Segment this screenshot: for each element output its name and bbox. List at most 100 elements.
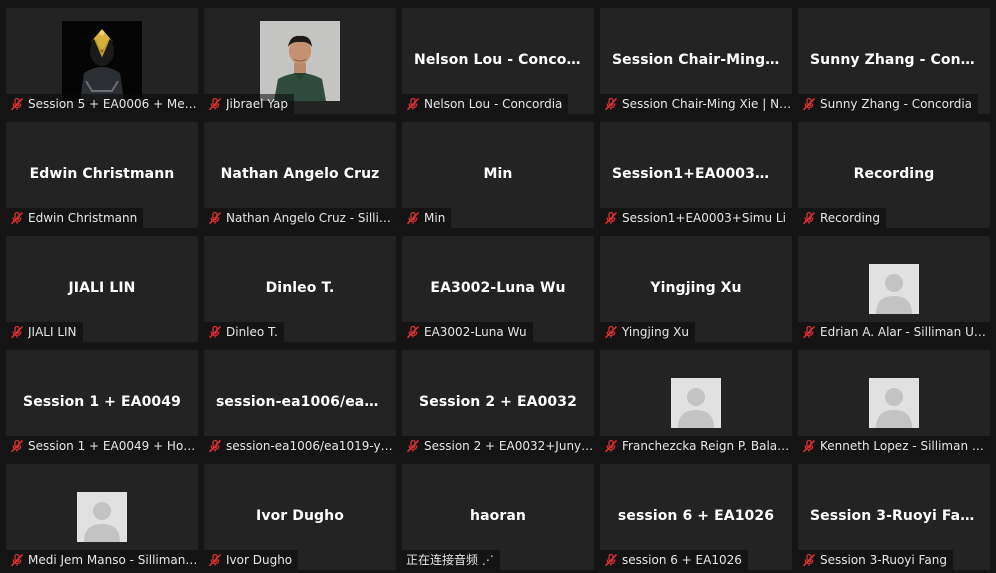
participant-name-bar: session-ea1006/ea1019-yang [204,436,396,456]
mic-muted-icon [10,211,24,225]
participant-display-name: Yingjing Xu [650,280,742,296]
participant-name-bar: Jibrael Yap [204,94,294,114]
participant-name-bar: Session 3-Ruoyi Fang [798,550,953,570]
participant-tile-3[interactable]: Nelson Lou - Concordia Nelson Lou - Conco… [402,8,594,114]
participant-name-label: Jibrael Yap [226,97,288,111]
participant-tile-22[interactable]: Ivor Dugho Ivor Dugho [204,464,396,570]
participant-name-label: session 6 + EA1026 [622,553,742,567]
participant-name-label: Session 2 + EA0032+Junyi Li [424,439,594,453]
participant-name-label: Edrian A. Alar - Silliman University [820,325,990,339]
participant-name-bar: Session 2 + EA0032+Junyi Li [402,436,594,456]
participant-display-name: Sunny Zhang - Concordia [810,52,978,68]
participant-name-label: Ivor Dugho [226,553,293,567]
participant-tile-16[interactable]: Session 1 + EA0049 Session 1 + EA0049 + H… [6,350,198,456]
participant-tile-25[interactable]: Session 3-Ruoyi Fang Session 3-Ruoyi Fang [798,464,990,570]
participant-name-bar: Dinleo T. [204,322,284,342]
mic-muted-icon [802,439,816,453]
mic-muted-icon [802,97,816,111]
participant-tile-24[interactable]: session 6 + EA1026 session 6 + EA1026 [600,464,792,570]
participant-name-label: Edwin Christmann [28,211,138,225]
participant-display-name: Session 1 + EA0049 [23,394,181,410]
participant-name-bar: Yingjing Xu [600,322,695,342]
participant-name-label: Recording [820,211,881,225]
participant-name-label: Session1+EA0003+Simu Li [622,211,786,225]
default-avatar-icon [869,378,919,428]
participant-name-label: Franchezcka Reign P. Balabag [622,439,792,453]
participant-name-label: session-ea1006/ea1019-yang [226,439,396,453]
participant-name-bar: Session 1 + EA0049 + Hongyu [6,436,198,456]
participant-display-name: session 6 + EA1026 [617,508,775,524]
participant-tile-18[interactable]: Session 2 + EA0032 Session 2 + EA0032+Jun… [402,350,594,456]
participant-tile-2[interactable]: Jibrael Yap [204,8,396,114]
mic-muted-icon [604,553,618,567]
participant-tile-9[interactable]: Session1+EA0003+Simu Li Session1+EA0003+S… [600,122,792,228]
participant-tile-17[interactable]: session-ea1006/ea1019 session-ea1006/ea10… [204,350,396,456]
participant-name-bar: Session1+EA0003+Simu Li [600,208,792,228]
participant-name-bar: Nathan Angelo Cruz - Silliman University [204,208,396,228]
participant-name-bar: Edrian A. Alar - Silliman University [798,322,990,342]
participant-name-label: EA3002-Luna Wu [424,325,527,339]
participant-display-name: Edwin Christmann [29,166,175,182]
participant-tile-5[interactable]: Sunny Zhang - Concordia Sunny Zhang - Con… [798,8,990,114]
participant-tile-15[interactable]: Edrian A. Alar - Silliman University [798,236,990,342]
mic-muted-icon [802,211,816,225]
participant-tile-20[interactable]: Kenneth Lopez - Silliman University [798,350,990,456]
participant-tile-21[interactable]: Medi Jem Manso - Silliman University [6,464,198,570]
participant-name-label: Kenneth Lopez - Silliman University [820,439,990,453]
mic-muted-icon [604,97,618,111]
participant-tile-4[interactable]: Session Chair-Ming Xie | NUS Session Chai… [600,8,792,114]
mic-muted-icon [604,211,618,225]
participant-name-bar: 正在连接音频 ⋰ [402,550,500,570]
participant-tile-12[interactable]: Dinleo T. Dinleo T. [204,236,396,342]
participant-name-bar: Sunny Zhang - Concordia [798,94,979,114]
participant-name-bar: Session Chair-Ming Xie | NUS [600,94,792,114]
participant-tile-11[interactable]: JIALI LIN JIALI LIN [6,236,198,342]
mic-muted-icon [208,211,222,225]
mic-muted-icon [802,325,816,339]
participant-tile-6[interactable]: Edwin Christmann Edwin Christmann [6,122,198,228]
participant-tile-14[interactable]: Yingjing Xu Yingjing Xu [600,236,792,342]
participant-name-label: JIALI LIN [28,325,77,339]
participant-name-bar: Edwin Christmann [6,208,144,228]
mic-muted-icon [10,97,24,111]
participant-display-name: JIALI LIN [68,280,136,296]
participant-tile-8[interactable]: Min Min [402,122,594,228]
participant-name-bar: Nelson Lou - Concordia [402,94,569,114]
participant-display-name: Session 2 + EA0032 [419,394,577,410]
participant-display-name: Min [483,166,513,182]
participant-tile-7[interactable]: Nathan Angelo Cruz Nathan Angelo Cruz - S… [204,122,396,228]
participant-display-name: Session1+EA0003+Simu Li [612,166,780,182]
mic-muted-icon [406,325,420,339]
participant-tile-13[interactable]: EA3002-Luna Wu EA3002-Luna Wu [402,236,594,342]
participant-name-label: 正在连接音频 ⋰ [406,553,494,567]
mic-muted-icon [604,325,618,339]
mic-muted-icon [802,553,816,567]
default-avatar-icon [869,264,919,314]
participant-name-label: Session 3-Ruoyi Fang [820,553,947,567]
participant-tile-19[interactable]: Franchezcka Reign P. Balabag [600,350,792,456]
participant-display-name: EA3002-Luna Wu [430,280,566,296]
participant-display-name: Ivor Dugho [256,508,344,524]
mic-muted-icon [406,439,420,453]
participant-name-bar: Kenneth Lopez - Silliman University [798,436,990,456]
mic-muted-icon [10,439,24,453]
participant-name-label: Medi Jem Manso - Silliman University [28,553,198,567]
participant-tile-23[interactable]: haoran 正在连接音频 ⋰ [402,464,594,570]
participant-display-name: Nelson Lou - Concordia [414,52,582,68]
participant-display-name: Nathan Angelo Cruz [220,166,380,182]
video-feed-person [260,21,340,101]
participant-tile-10[interactable]: Recording Recording [798,122,990,228]
participant-name-label: Session 5 + EA0006 + Melody [28,97,198,111]
participant-tile-1[interactable]: Session 5 + EA0006 + Melody [6,8,198,114]
participant-name-bar: Medi Jem Manso - Silliman University [6,550,198,570]
participant-display-name: haoran [470,508,526,524]
video-feed-costume [62,21,142,101]
mic-muted-icon [10,325,24,339]
participant-display-name: session-ea1006/ea1019 [216,394,384,410]
participant-name-bar: Min [402,208,452,228]
mic-muted-icon [406,211,420,225]
participant-name-bar: Ivor Dugho [204,550,299,570]
mic-muted-icon [406,97,420,111]
participant-name-label: Session 1 + EA0049 + Hongyu [28,439,198,453]
participant-gallery: Session 5 + EA0006 + Melody Jibrael Yap Ne… [6,8,990,570]
